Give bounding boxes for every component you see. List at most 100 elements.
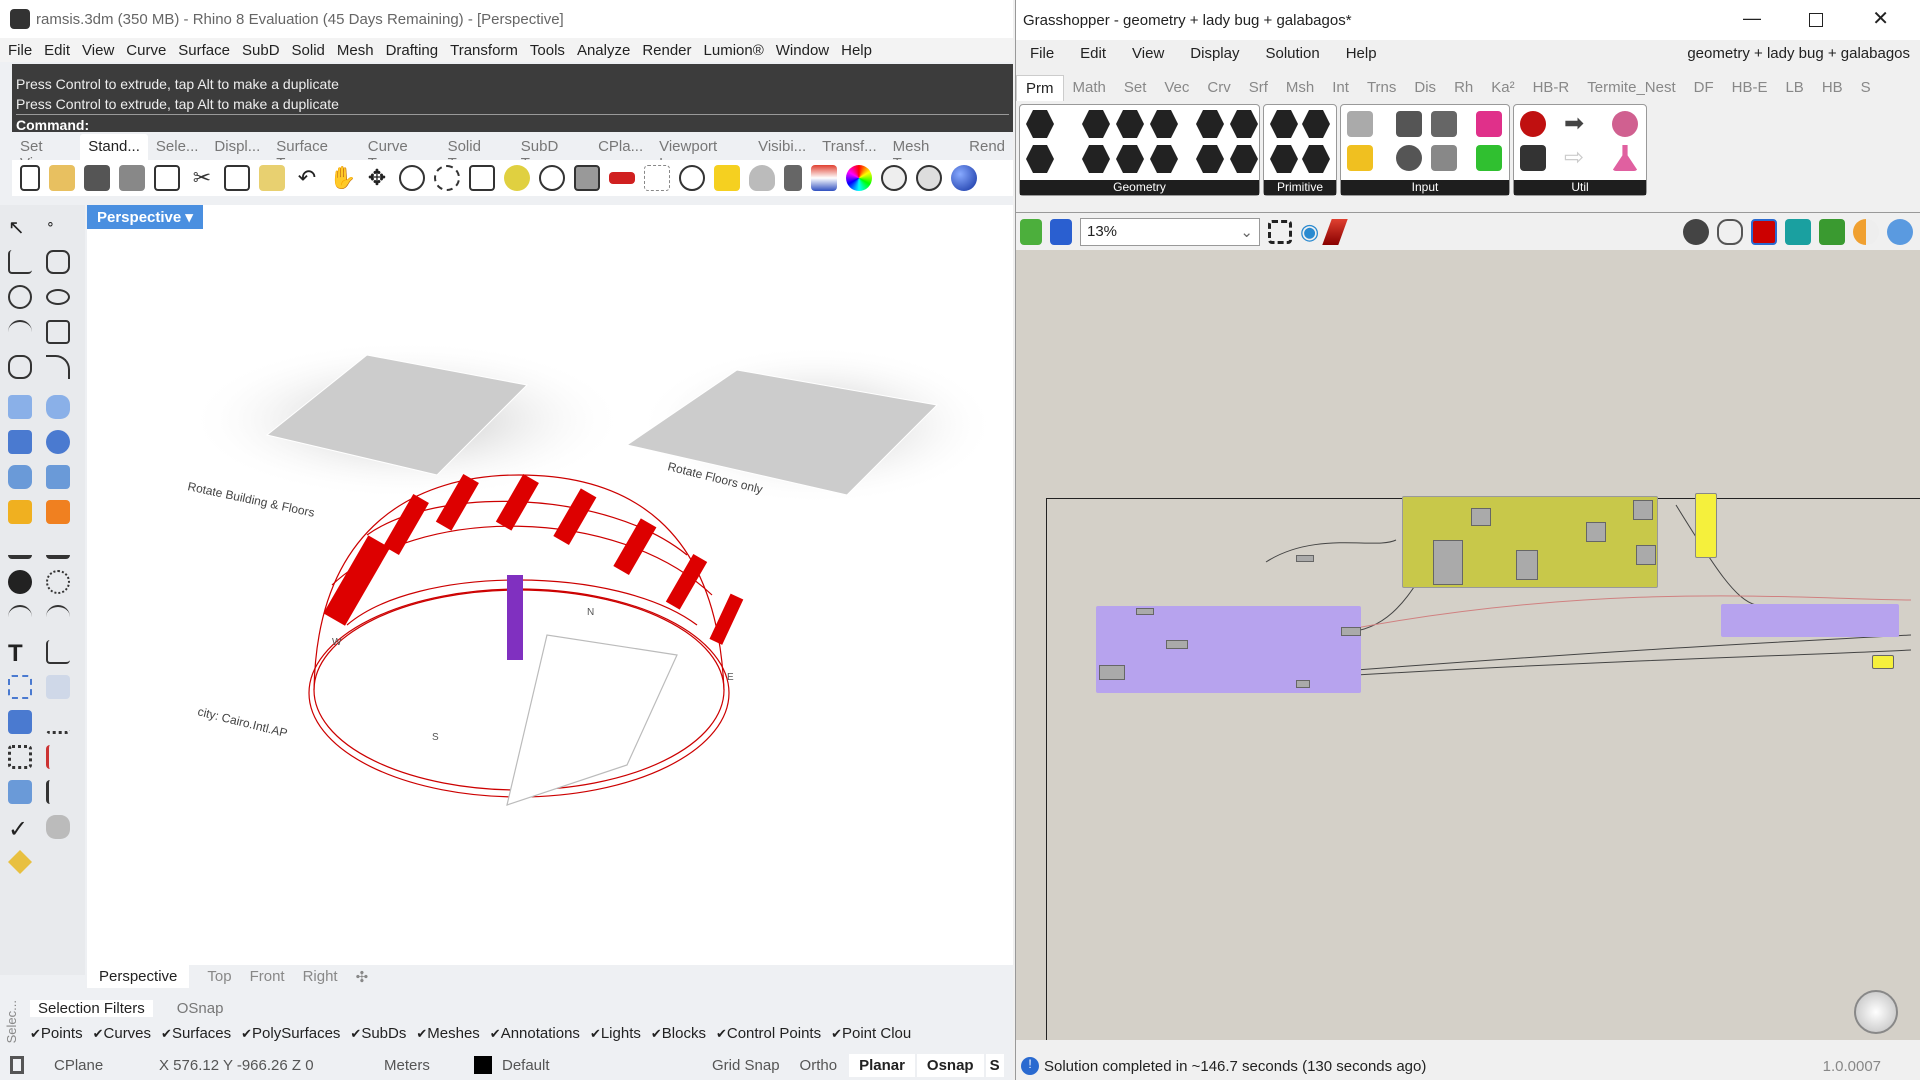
- menu-file[interactable]: File: [8, 42, 32, 59]
- component-node[interactable]: [1516, 550, 1538, 580]
- component-node[interactable]: [1136, 608, 1154, 615]
- point-icon[interactable]: [679, 165, 705, 191]
- osnap-toggle[interactable]: Osnap: [916, 1053, 984, 1077]
- toggle-icon[interactable]: [1396, 111, 1422, 137]
- surface-twist-icon[interactable]: [8, 780, 32, 804]
- color-wheel-icon[interactable]: [846, 165, 872, 191]
- brep-param-icon[interactable]: [1196, 145, 1224, 173]
- preview-material-icon[interactable]: [1853, 218, 1879, 245]
- gh-menu-edit[interactable]: Edit: [1080, 45, 1106, 62]
- menu-view[interactable]: View: [82, 42, 114, 59]
- component-node[interactable]: [1166, 640, 1188, 649]
- line-param-icon[interactable]: [1116, 145, 1144, 173]
- perspective-viewport[interactable]: Perspective ▾ Rotate Building & Floors R…: [87, 205, 1013, 965]
- tree-icon[interactable]: [1520, 145, 1546, 171]
- group-purple-left[interactable]: [1096, 606, 1361, 693]
- menu-window[interactable]: Window: [776, 42, 829, 59]
- planar-toggle[interactable]: Planar: [849, 1053, 915, 1077]
- menu-transform[interactable]: Transform: [450, 42, 518, 59]
- panel-toggle-icon[interactable]: [10, 1056, 24, 1074]
- box-param-icon[interactable]: [1196, 110, 1224, 138]
- arc-icon[interactable]: [8, 320, 32, 344]
- tab-selection-filters[interactable]: Selection Filters: [30, 1000, 153, 1017]
- new-file-icon[interactable]: [20, 165, 40, 191]
- layer-icon[interactable]: [811, 165, 837, 191]
- layer-color-swatch[interactable]: [474, 1056, 492, 1074]
- command-prompt[interactable]: Command:: [16, 117, 89, 133]
- menu-lumion[interactable]: Lumion®: [704, 42, 764, 59]
- rendered-sphere-icon[interactable]: [916, 165, 942, 191]
- text-param-icon[interactable]: [1302, 145, 1330, 173]
- filter-polysurfaces[interactable]: PolySurfaces: [241, 1025, 340, 1042]
- gh-tab-set[interactable]: Set: [1115, 75, 1156, 101]
- gh-menu-help[interactable]: Help: [1346, 45, 1377, 62]
- car-icon[interactable]: [609, 172, 635, 184]
- save-file-icon[interactable]: [1050, 218, 1072, 245]
- zoom-extents-icon[interactable]: [1268, 219, 1292, 244]
- copy-icon[interactable]: [224, 165, 250, 191]
- ortho-toggle[interactable]: Ortho: [800, 1057, 838, 1074]
- export-icon[interactable]: [154, 165, 180, 191]
- filter-annotations[interactable]: Annotations: [490, 1025, 580, 1042]
- vector-param-icon[interactable]: [1026, 145, 1054, 173]
- filter-lights[interactable]: Lights: [590, 1025, 641, 1042]
- filter-curves[interactable]: Curves: [93, 1025, 152, 1042]
- yellow-panel-small[interactable]: [1872, 655, 1894, 669]
- blend-curve-icon[interactable]: [46, 605, 70, 629]
- gh-tab-prm[interactable]: Prm: [1016, 75, 1064, 101]
- preview-wireframe-icon[interactable]: [1717, 218, 1743, 245]
- menu-mesh[interactable]: Mesh: [337, 42, 374, 59]
- panel-side-label[interactable]: Selec...: [4, 1000, 19, 1043]
- open-folder-icon[interactable]: [49, 165, 75, 191]
- menu-drafting[interactable]: Drafting: [386, 42, 439, 59]
- polyline-icon[interactable]: [8, 250, 32, 274]
- viewport-tab-top[interactable]: Top: [207, 968, 231, 988]
- menu-help[interactable]: Help: [841, 42, 872, 59]
- filter-point-clouds[interactable]: Point Clou: [831, 1025, 911, 1042]
- extend-icon[interactable]: [46, 535, 70, 559]
- smarttrack-toggle[interactable]: S: [985, 1053, 1004, 1077]
- menu-solid[interactable]: Solid: [292, 42, 325, 59]
- color-swatch-icon[interactable]: [1476, 111, 1502, 137]
- rotate-view-icon[interactable]: ✥: [364, 165, 390, 191]
- cplane-label[interactable]: CPlane: [54, 1057, 159, 1074]
- cylinder-icon[interactable]: [8, 465, 32, 489]
- gh-tab-rh[interactable]: Rh: [1445, 75, 1482, 101]
- point-icon[interactable]: ∘: [46, 215, 70, 239]
- text-icon[interactable]: T: [8, 640, 32, 667]
- box-edit-icon[interactable]: [8, 710, 32, 734]
- rectangle-param-icon[interactable]: [1150, 145, 1178, 173]
- navigation-compass-icon[interactable]: [1854, 990, 1898, 1034]
- gh-tab-msh[interactable]: Msh: [1277, 75, 1323, 101]
- pan-hand-icon[interactable]: ✋: [329, 165, 356, 191]
- component-node[interactable]: [1296, 555, 1314, 562]
- button-icon[interactable]: [1396, 145, 1422, 171]
- arc-param-icon[interactable]: [1082, 145, 1110, 173]
- gh-tab-s[interactable]: S: [1852, 75, 1880, 101]
- tab-mesh-tools[interactable]: Mesh T...: [885, 134, 962, 172]
- eye-icon[interactable]: ◉: [1300, 219, 1319, 245]
- bitmap-icon[interactable]: [1476, 145, 1502, 171]
- maximize-icon[interactable]: [1809, 13, 1823, 27]
- explode-icon[interactable]: [8, 500, 32, 524]
- boolean-icon[interactable]: [8, 570, 32, 594]
- gh-tab-trns[interactable]: Trns: [1358, 75, 1405, 101]
- undo-icon[interactable]: ↶: [294, 165, 320, 191]
- zoom-selected-icon[interactable]: [504, 165, 530, 191]
- light-bulb-icon[interactable]: [749, 165, 775, 191]
- yellow-panel[interactable]: [1695, 493, 1717, 558]
- menu-edit[interactable]: Edit: [44, 42, 70, 59]
- component-node[interactable]: [1296, 680, 1310, 688]
- tab-surface-tools[interactable]: Surface T...: [268, 134, 359, 172]
- array-icon[interactable]: [8, 675, 32, 699]
- tab-cplanes[interactable]: CPla...: [590, 134, 651, 160]
- gh-tab-math[interactable]: Math: [1064, 75, 1115, 101]
- close-icon[interactable]: ✕: [1872, 6, 1889, 31]
- gradient-icon[interactable]: [1431, 111, 1457, 137]
- preview-mesh-icon[interactable]: [1819, 218, 1845, 245]
- component-node[interactable]: [1433, 540, 1463, 585]
- sketch-icon[interactable]: [1322, 218, 1348, 245]
- undo-view-icon[interactable]: [539, 165, 565, 191]
- preview-shaded-icon[interactable]: [1751, 218, 1777, 245]
- data-dam-icon[interactable]: [1612, 111, 1638, 137]
